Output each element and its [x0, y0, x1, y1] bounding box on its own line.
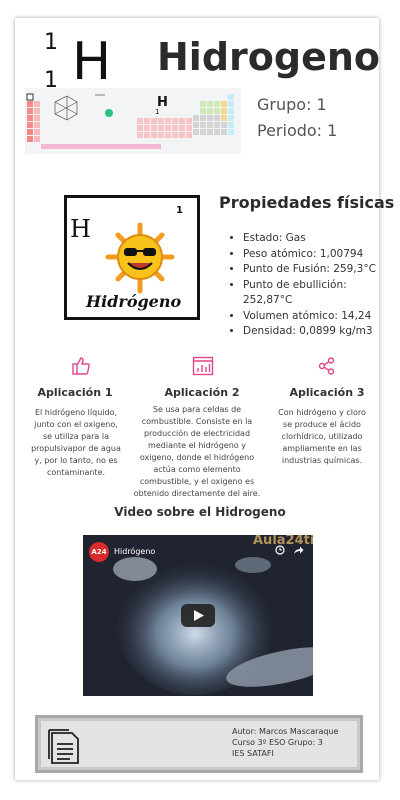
share-video-icon[interactable] — [293, 542, 304, 560]
clock-icon[interactable] — [275, 542, 285, 560]
property-boiling-point: Punto de ebullición: 252,87°C — [243, 278, 393, 309]
element-name: Hidrogeno — [157, 35, 381, 79]
application-1-title: Aplicación 1 — [37, 386, 113, 399]
footer-course: Curso 3º ESO Grupo: 3 — [232, 738, 323, 747]
chart-icon — [192, 356, 214, 376]
property-state: Estado: Gas — [243, 231, 393, 247]
mini-table-number: 1 — [155, 108, 159, 116]
hydrogen-card-image: H 1 Hidrógeno — [64, 195, 200, 320]
application-3-text: Con hidrógeno y cloro se produce el ácid… — [278, 408, 366, 465]
play-icon — [194, 610, 204, 621]
document-icon — [48, 727, 82, 770]
property-melting-point: Punto de Fusión: 259,3°C — [243, 262, 393, 278]
property-atomic-weight: Peso atómico: 1,00794 — [243, 247, 393, 263]
period-label: Periodo: 1 — [257, 121, 338, 140]
property-atomic-volume: Volumen atómico: 14,24 — [243, 309, 393, 325]
card-symbol: H — [70, 215, 91, 243]
application-2-title: Aplicación 2 — [164, 386, 240, 399]
element-symbol: H — [72, 32, 112, 92]
video-heading: Video sobre el Hidrogeno — [114, 505, 286, 519]
card-number: 1 — [176, 205, 183, 216]
property-density: Densidad: 0,0899 kg/m3 — [243, 324, 393, 340]
mass-number: 1 — [44, 30, 58, 55]
physical-heading: Propiedades físicas — [219, 193, 395, 212]
play-button[interactable] — [181, 604, 215, 627]
application-2-text: Se usa para celdas de combustible. Consi… — [133, 405, 261, 498]
channel-avatar[interactable]: A24 — [89, 542, 109, 562]
video-title[interactable]: Hidrógeno — [114, 547, 155, 556]
application-1-text: El hidrógeno líquido, junto con el oxige… — [31, 408, 121, 477]
video-player[interactable]: A24 Hidrógeno Aula24tic — [83, 535, 313, 696]
share-icon — [318, 357, 336, 375]
footer-box: Autor: Marcos Mascaraque Curso 3º ESO Gr… — [35, 715, 363, 773]
footer-author: Autor: Marcos Mascaraque — [232, 727, 339, 736]
sun-icon — [105, 222, 175, 294]
thumbs-up-icon — [71, 356, 91, 376]
physical-properties-list: Estado: Gas Peso atómico: 1,00794 Punto … — [227, 231, 393, 340]
application-3-title: Aplicación 3 — [289, 386, 365, 399]
group-label: Grupo: 1 — [257, 95, 327, 114]
card-label: Hidrógeno — [85, 292, 181, 311]
footer-school: IES SATAFI — [232, 749, 274, 758]
periodic-table-image: H 1 — [25, 88, 241, 154]
